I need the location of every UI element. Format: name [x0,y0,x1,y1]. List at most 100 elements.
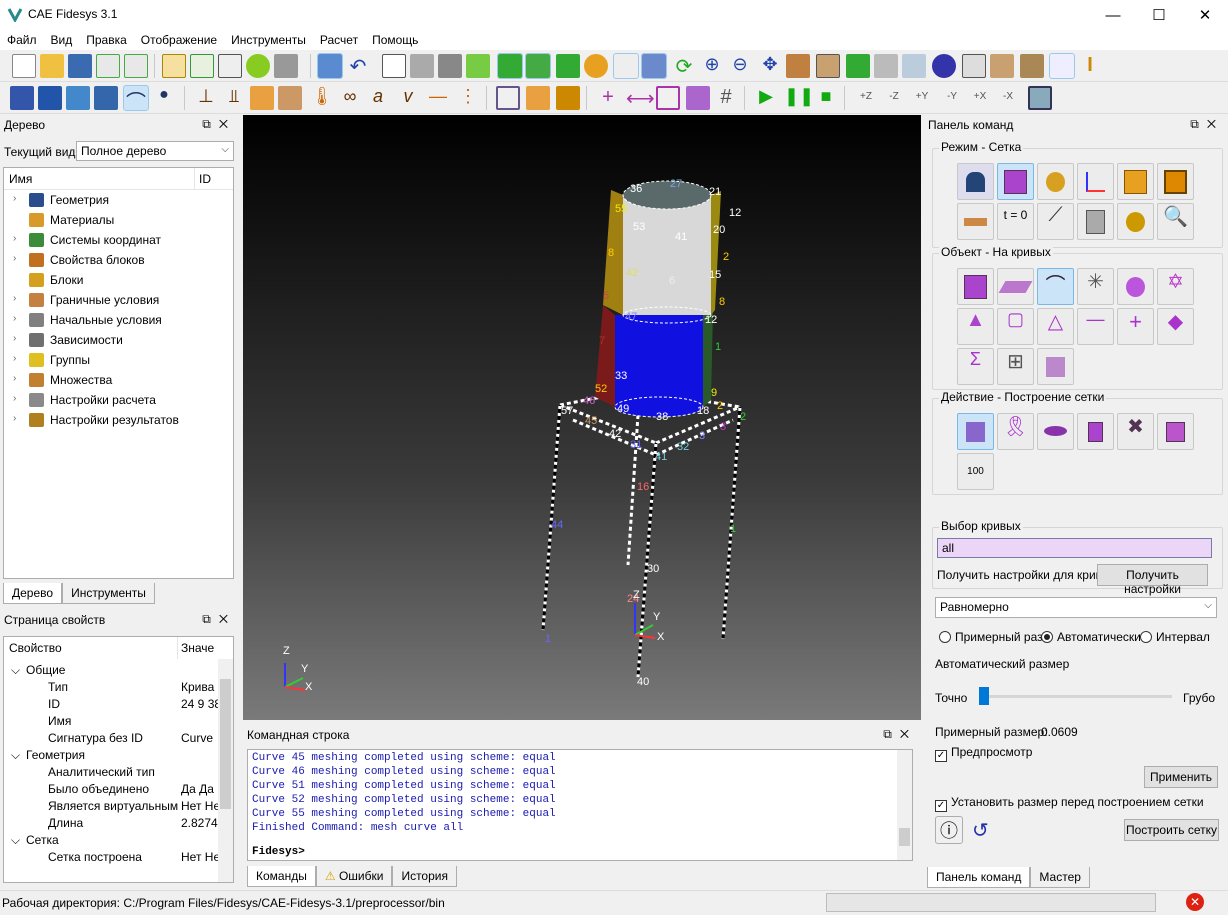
mode-blocks-icon[interactable] [1117,163,1154,200]
object-normal-icon[interactable]: ◆ [1157,308,1194,345]
import-icon[interactable] [96,54,120,78]
velocity-icon[interactable]: v [396,86,420,110]
property-row[interactable]: ID 24 9 38 [4,697,218,714]
pause-green-icon[interactable]: ❚❚ [784,86,814,110]
action-mesh-icon[interactable] [957,413,994,450]
view-minus-x-icon[interactable]: -X [996,86,1020,110]
property-row[interactable]: ⌵ Сетка [4,833,218,850]
current-view-select[interactable]: Полное дерево ⌵ [76,141,234,161]
dock-float-close-icon[interactable]: ⧉✕ [883,727,917,742]
mode-mesh-icon[interactable] [997,163,1034,200]
dock-float-close-icon[interactable]: ⧉✕ [1190,117,1224,132]
cube-shade-icon[interactable] [438,54,462,78]
mode-dependency-icon[interactable]: ⟋ [1037,203,1074,240]
temperature-icon[interactable]: 🌡 [310,86,334,110]
new-file-icon[interactable] [12,54,36,78]
menu-display[interactable]: Отображение [134,30,224,50]
expand-arrow-icon[interactable]: › [13,313,16,324]
model-canvas[interactable] [243,115,921,720]
refresh-icon[interactable]: ⟳ [672,54,696,78]
command-prompt[interactable]: Fidesys> [252,846,908,860]
volume-icon[interactable] [497,53,523,79]
add-point-icon[interactable]: + [596,86,620,110]
action-smooth-icon[interactable] [1037,413,1074,450]
cut-icon[interactable] [990,54,1014,78]
error-icon[interactable]: ✕ [1186,893,1204,911]
apply-button[interactable]: Применить [1144,766,1218,788]
pressure-icon[interactable]: ⫫ [222,86,246,110]
object-tri-icon[interactable]: △ [1037,308,1074,345]
cube-blue-icon[interactable] [66,86,90,110]
col-id-header[interactable]: ID [199,172,211,186]
close-button[interactable]: ✕ [1182,0,1228,30]
cube-green-icon[interactable] [466,54,490,78]
collapse-arrow-icon[interactable]: ⌵ [11,663,20,678]
radio-approx[interactable]: Примерный раз [939,630,1043,644]
properties-table[interactable]: Свойство Значе ⌵ Общие Тип Крива ID 24 9 38 Им… [3,636,234,883]
tree-item[interactable]: Блоки [4,270,233,290]
slider-handle[interactable] [979,687,989,705]
expand-arrow-icon[interactable]: › [13,293,16,304]
lighting-icon[interactable] [584,54,608,78]
object-vertex-icon[interactable]: ✳ [1077,268,1114,305]
action-quality-icon[interactable]: 100 [957,453,994,490]
box-icon[interactable] [1020,54,1044,78]
view-perspective-icon[interactable] [932,54,956,78]
col-name-header[interactable]: Имя [9,172,32,186]
fit-frame-icon[interactable] [1028,86,1052,110]
view-minus-z-icon[interactable]: -Z [882,86,906,110]
contact-icon[interactable] [278,86,302,110]
command-output[interactable]: Curve 45 meshing completed using scheme:… [247,749,913,861]
dock-float-close-icon[interactable]: ⧉✕ [202,612,236,627]
mesh-volume-icon[interactable] [686,86,710,110]
frame-icon[interactable] [496,86,520,110]
menu-view[interactable]: Вид [44,30,80,50]
mode-grid-icon[interactable] [1157,163,1194,200]
window-icon[interactable] [641,53,667,79]
property-row[interactable]: Длина 2.8274 [4,816,218,833]
export-icon[interactable] [124,54,148,78]
view-plus-z-icon[interactable]: +Z [854,86,878,110]
journal-icon[interactable] [218,54,242,78]
dock-float-close-icon[interactable]: ⧉✕ [202,117,236,132]
view-top-icon[interactable] [846,54,870,78]
mode-calc-icon[interactable] [1077,203,1114,240]
grid-orange-icon[interactable] [526,86,550,110]
surface-icon[interactable] [525,53,551,79]
props-scrollbar[interactable] [218,659,233,882]
stop-icon[interactable]: ■ [814,86,838,110]
tab-wizard[interactable]: Мастер [1030,867,1090,888]
menu-help[interactable]: Помощь [365,30,425,50]
mode-geometry-icon[interactable] [957,163,994,200]
mode-initial-icon[interactable]: t = 0 [997,203,1034,240]
cube-wire-icon[interactable] [382,54,406,78]
preview-checkbox[interactable]: ✓ Предпросмотр [935,745,1032,762]
i-beam-icon[interactable]: I [1078,54,1102,78]
open-folder-icon[interactable] [40,54,64,78]
tree-item[interactable]: › Свойства блоков [4,250,233,270]
object-surface-icon[interactable] [997,268,1034,305]
script-icon[interactable] [162,54,186,78]
tree-item[interactable]: › Системы координат [4,230,233,250]
tree-item[interactable]: › Множества [4,370,233,390]
expand-arrow-icon[interactable]: › [13,413,16,424]
distributed-icon[interactable]: ⋮ [456,86,480,110]
expand-arrow-icon[interactable]: › [13,333,16,344]
volume-blue-icon[interactable] [38,86,62,110]
axes-icon[interactable] [1049,53,1075,79]
tree-item[interactable]: › Группы [4,350,233,370]
viewport-3d[interactable]: 27 36 21 55 12 53 41 20 8 2 42 6 15 5 8 47 12 7 1 33 52 9 46 49… [243,115,921,720]
square-icon[interactable] [656,86,680,110]
radio-interval[interactable]: Интервал [1140,630,1210,644]
curve-icon[interactable]: ⌒ [123,85,149,114]
view-plus-y-icon[interactable]: +Y [910,86,934,110]
tree-item[interactable]: › Геометрия [4,190,233,210]
geometry-group-icon[interactable] [10,86,34,110]
view-minus-y-icon[interactable]: -Y [940,86,964,110]
action-delete-icon[interactable]: ✖ [1117,413,1154,450]
grid-icon[interactable] [613,53,639,79]
tree-item[interactable]: › Граничные условия [4,290,233,310]
radio-auto[interactable]: Автоматически [1041,630,1147,644]
menu-file[interactable]: Файл [0,30,44,50]
mode-results-icon[interactable] [1117,203,1154,240]
